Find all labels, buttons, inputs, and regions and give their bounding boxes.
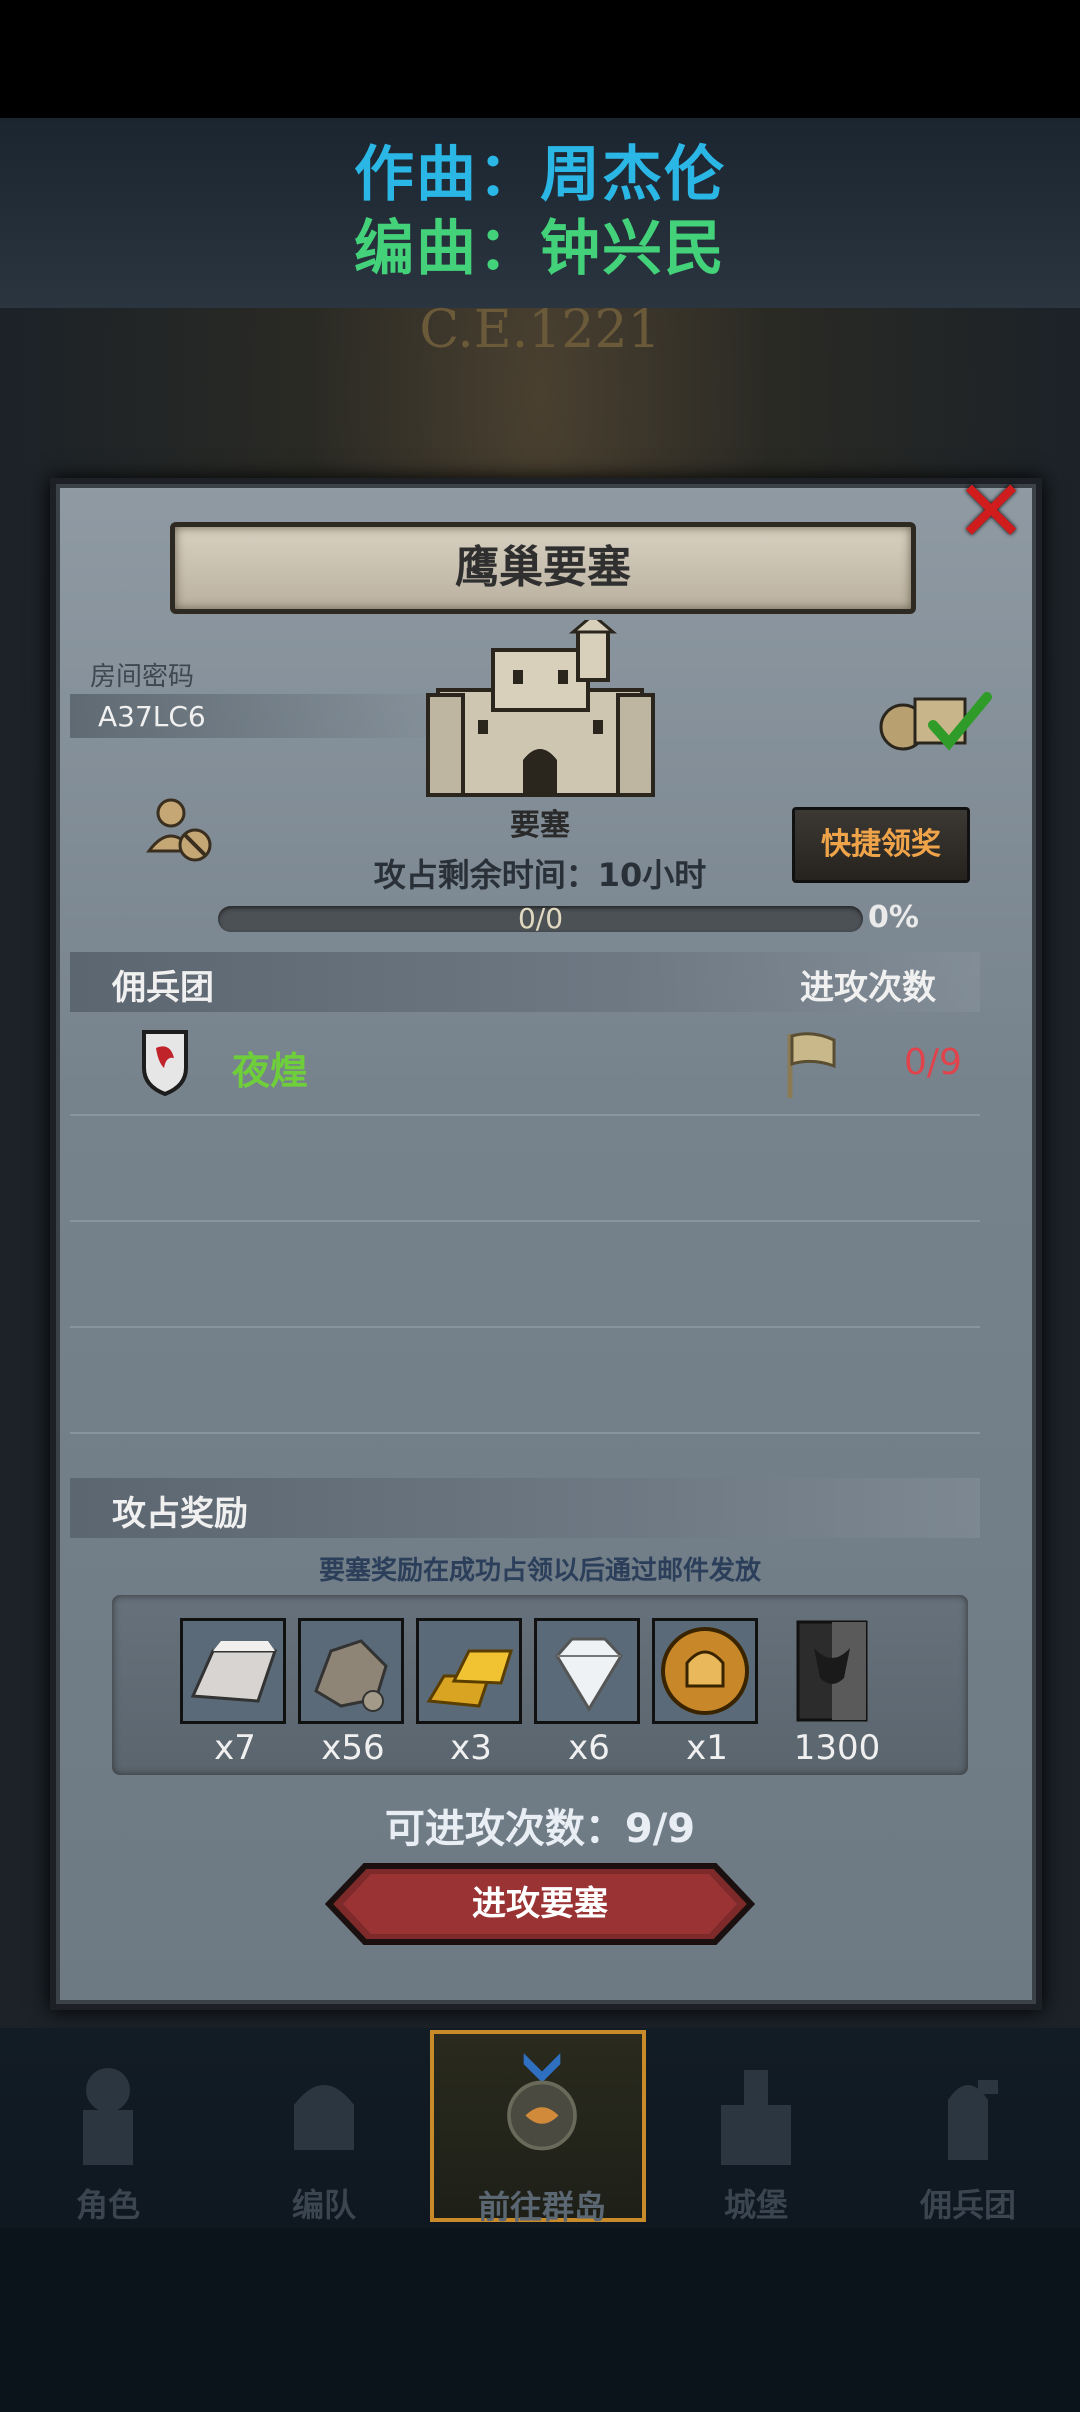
lyrics-overlay: 作曲：周杰伦 编曲：钟兴民	[0, 118, 1080, 308]
nav-item-castle[interactable]: 城堡	[656, 2040, 856, 2224]
reward-item[interactable]	[298, 1618, 404, 1724]
nav-label: 角色	[75, 2186, 140, 2224]
reward-qty: x6	[568, 1728, 610, 1768]
reward-item[interactable]	[534, 1618, 640, 1724]
nav-item-mercenary[interactable]: 佣兵团	[868, 2040, 1068, 2224]
close-icon: ✕	[955, 462, 1028, 562]
knight-icon	[83, 2068, 133, 2165]
knight-medal-icon	[661, 1627, 749, 1715]
reward-note: 要塞奖励在成功占领以后通过邮件发放	[318, 1556, 761, 1586]
compass-icon	[507, 2053, 577, 2151]
castle-icon	[721, 2070, 791, 2165]
mail-check-icon[interactable]	[875, 685, 995, 755]
row-divider	[70, 1326, 980, 1328]
nav-label: 前往群岛	[477, 2188, 606, 2226]
room-code-label: 房间密码	[90, 662, 195, 692]
progress-percent: 0%	[868, 900, 919, 935]
reward-item[interactable]	[180, 1618, 286, 1724]
close-button[interactable]: ✕	[955, 469, 1027, 555]
guild-shield-icon	[142, 1030, 188, 1096]
rewards-header: 攻占奖励	[112, 1494, 248, 1534]
row-divider	[70, 1114, 980, 1116]
iron-ingot-icon	[190, 1641, 278, 1703]
guild-name[interactable]: 夜煌	[232, 1040, 308, 1095]
reward-item[interactable]	[794, 1618, 870, 1724]
reward-qty: 1300	[793, 1728, 881, 1768]
row-divider	[70, 1432, 980, 1434]
nav-item-archipelago[interactable]: 前往群岛	[430, 2030, 646, 2226]
nav-label: 城堡	[723, 2186, 788, 2224]
row-divider	[70, 1220, 980, 1222]
fortress-castle-icon	[426, 620, 655, 797]
title-banner: 鹰巢要塞	[170, 522, 916, 614]
mercenary-icon	[948, 2080, 998, 2160]
helmet-icon	[294, 2085, 354, 2150]
attacks-header: 进攻次数	[800, 968, 936, 1008]
time-remaining: 攻占剩余时间：10小时	[373, 856, 707, 894]
guild-attack-count: 0/9	[904, 1042, 962, 1083]
lyric-arranger: 编曲：钟兴民	[354, 214, 726, 284]
room-code-value: A37LC6	[98, 700, 206, 733]
nav-label: 编队	[291, 2186, 356, 2224]
gold-bars-icon	[426, 1649, 514, 1708]
mercenary-header: 佣兵团	[112, 968, 214, 1008]
reward-qty: x1	[686, 1728, 728, 1768]
nav-label: 佣兵团	[919, 2186, 1016, 2224]
nav-item-character[interactable]: 角色	[8, 2040, 208, 2224]
bull-banner-icon	[796, 1620, 868, 1722]
year-label: C.E.1221	[419, 300, 661, 360]
reward-item[interactable]	[652, 1618, 758, 1724]
attack-button-label: 进攻要塞	[472, 1884, 608, 1924]
dialog-title: 鹰巢要塞	[455, 542, 631, 593]
reward-item[interactable]	[416, 1618, 522, 1724]
bottom-spacer	[0, 2228, 1080, 2412]
nav-item-formation[interactable]: 编队	[224, 2040, 424, 2224]
diamond-icon	[555, 1637, 623, 1712]
reward-qty: x7	[214, 1728, 256, 1768]
status-bar	[0, 0, 1080, 118]
flag-icon	[787, 1032, 836, 1098]
reward-qty: x3	[450, 1728, 492, 1768]
available-attacks: 可进攻次数：9/9	[384, 1806, 696, 1852]
progress-text: 0/0	[517, 902, 564, 935]
reward-qty: x56	[321, 1728, 385, 1768]
stone-ore-icon	[314, 1639, 388, 1712]
